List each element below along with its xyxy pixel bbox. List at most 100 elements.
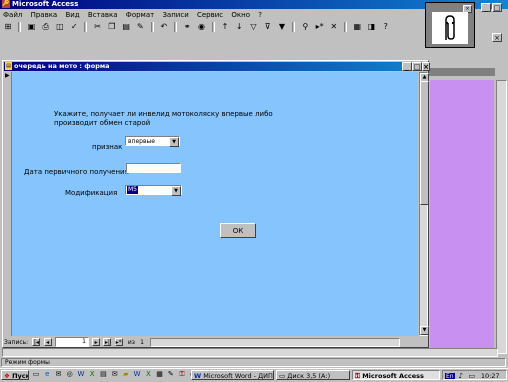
- language-indicator[interactable]: En: [445, 373, 455, 379]
- undo-icon[interactable]: ↶: [159, 22, 169, 32]
- mdi-horizontal-scrollbar[interactable]: [2, 348, 498, 357]
- folder-icon[interactable]: ▰: [122, 370, 130, 378]
- hyperlink-icon[interactable]: ⚭: [182, 22, 192, 32]
- record-selector[interactable]: ▶: [4, 72, 12, 336]
- minimize-button[interactable]: _: [481, 3, 491, 12]
- menu-file[interactable]: Файл: [0, 10, 25, 20]
- word-icon[interactable]: W: [77, 370, 85, 378]
- toolbar-separator: [150, 22, 154, 32]
- office-assistant[interactable]: ×: [425, 2, 475, 48]
- explorer-icon[interactable]: ▤: [99, 370, 107, 378]
- side-panel-body: [430, 80, 494, 352]
- first-record-button[interactable]: |◂: [32, 338, 41, 346]
- windows-logo-icon: ❖: [4, 372, 10, 380]
- spell-icon[interactable]: ✓: [69, 22, 79, 32]
- chevron-down-icon[interactable]: ▼: [169, 137, 179, 147]
- menu-window[interactable]: Окно: [228, 10, 253, 20]
- view-icon[interactable]: ⊞: [3, 22, 13, 32]
- web-icon[interactable]: ◉: [197, 22, 207, 32]
- desktop-icon[interactable]: ▭: [32, 370, 40, 378]
- mod-combobox[interactable]: М5 ▼: [125, 185, 182, 196]
- start-button[interactable]: ❖ Пуск: [1, 370, 29, 380]
- paperclip-icon: [445, 15, 455, 40]
- record-navigation: Запись: |◂ ◂ 1 ▸ ▸| ▸* из 1: [4, 337, 428, 347]
- prev-record-button[interactable]: ◂: [43, 338, 52, 346]
- find-icon[interactable]: ⚲: [300, 22, 310, 32]
- print-icon[interactable]: ⎙: [41, 22, 51, 32]
- channels-icon[interactable]: ◎: [66, 370, 74, 378]
- menu-records[interactable]: Записи: [159, 10, 191, 20]
- excel-icon[interactable]: X: [88, 370, 96, 378]
- copy-icon[interactable]: ❐: [107, 22, 117, 32]
- volume-icon[interactable]: ♪: [457, 372, 465, 379]
- last-record-button[interactable]: ▸|: [103, 338, 112, 346]
- apply-filter-icon[interactable]: ▼: [277, 22, 287, 32]
- close-button[interactable]: ×: [492, 33, 502, 42]
- side-panel-scrollbar[interactable]: [496, 80, 507, 354]
- calc-icon[interactable]: ▦: [156, 370, 164, 378]
- task-access-label: Microsoft Access: [362, 372, 424, 380]
- chevron-down-icon[interactable]: ▼: [171, 186, 181, 196]
- form-vertical-scrollbar[interactable]: ▲ ▼: [419, 72, 429, 336]
- form-minimize-button[interactable]: _: [402, 62, 412, 71]
- paste-icon[interactable]: ▤: [121, 22, 131, 32]
- toolbar-separator: [211, 22, 215, 32]
- help-icon[interactable]: ?: [381, 22, 391, 32]
- mdi-controls: _ □ ×: [478, 0, 508, 42]
- form-horizontal-scrollbar[interactable]: [150, 337, 401, 347]
- total-records: 1: [140, 338, 144, 346]
- scroll-thumb[interactable]: [420, 81, 429, 205]
- app-title: Microsoft Access: [12, 0, 79, 8]
- next-record-button[interactable]: ▸: [92, 338, 101, 346]
- sort-asc-icon[interactable]: ↑: [220, 22, 230, 32]
- task-disk[interactable]: ▭ Диск 3,5 (A:): [276, 370, 350, 380]
- form-title: очередь на мото : форма: [14, 62, 110, 70]
- current-record-field[interactable]: 1: [54, 337, 89, 347]
- form-title-bar: ▤ очередь на мото : форма _ □ ×: [4, 62, 430, 71]
- paint-icon[interactable]: ✎: [167, 370, 175, 378]
- preview-icon[interactable]: ◫: [55, 22, 65, 32]
- assistant-screen: [432, 12, 468, 44]
- delete-record-icon[interactable]: ✕: [329, 22, 339, 32]
- priznak-label: признак: [92, 143, 123, 151]
- mail-icon[interactable]: ✉: [111, 370, 119, 378]
- new-record-icon[interactable]: ▸*: [315, 22, 325, 32]
- task-disk-label: Диск 3,5 (A:): [287, 372, 331, 380]
- form-close-button[interactable]: ×: [422, 62, 430, 71]
- save-icon[interactable]: ▣: [26, 22, 36, 32]
- date-field[interactable]: [126, 163, 181, 173]
- filter-form-icon[interactable]: ⊽: [263, 22, 273, 32]
- form-icon: ▤: [5, 62, 12, 70]
- maximize-button[interactable]: □: [492, 3, 502, 12]
- scroll-down-button[interactable]: ▼: [420, 326, 429, 335]
- excel-icon[interactable]: X: [144, 370, 152, 378]
- word-icon[interactable]: W: [133, 370, 141, 378]
- menu-edit[interactable]: Правка: [28, 10, 61, 20]
- start-label: Пуск: [12, 372, 29, 380]
- menu-insert[interactable]: Вставка: [85, 10, 121, 20]
- new-record-nav-button[interactable]: ▸*: [114, 338, 123, 346]
- cut-icon[interactable]: ✂: [93, 22, 103, 32]
- format-painter-icon[interactable]: ✎: [135, 22, 145, 32]
- task-access[interactable]: ⚿ Microsoft Access: [352, 370, 440, 380]
- instruction-text: Укажите, получает ли инвелид мотоколяску…: [54, 110, 273, 127]
- access-icon[interactable]: ⚿: [178, 370, 186, 378]
- menu-help[interactable]: ?: [255, 10, 265, 20]
- mod-value: М5: [127, 186, 138, 194]
- form-maximize-button[interactable]: □: [412, 62, 422, 71]
- ie-icon[interactable]: e: [43, 370, 51, 378]
- outlook-icon[interactable]: ✉: [54, 370, 62, 378]
- filter-selection-icon[interactable]: ▽: [248, 22, 258, 32]
- database-window-icon[interactable]: ▦: [352, 22, 362, 32]
- toolbar-separator: [292, 22, 296, 32]
- menu-view[interactable]: Вид: [62, 10, 82, 20]
- sort-desc-icon[interactable]: ↓: [234, 22, 244, 32]
- monitor-icon[interactable]: ▭: [468, 372, 476, 379]
- menu-tools[interactable]: Сервис: [194, 10, 226, 20]
- ok-button[interactable]: ОК: [220, 223, 256, 238]
- task-word[interactable]: W Microsoft Word - ДИПЛО...: [191, 370, 274, 380]
- menu-format[interactable]: Формат: [123, 10, 157, 20]
- priznak-combobox[interactable]: впервые ▼: [125, 136, 180, 147]
- word-icon: W: [194, 372, 202, 380]
- new-object-icon[interactable]: ◨: [367, 22, 377, 32]
